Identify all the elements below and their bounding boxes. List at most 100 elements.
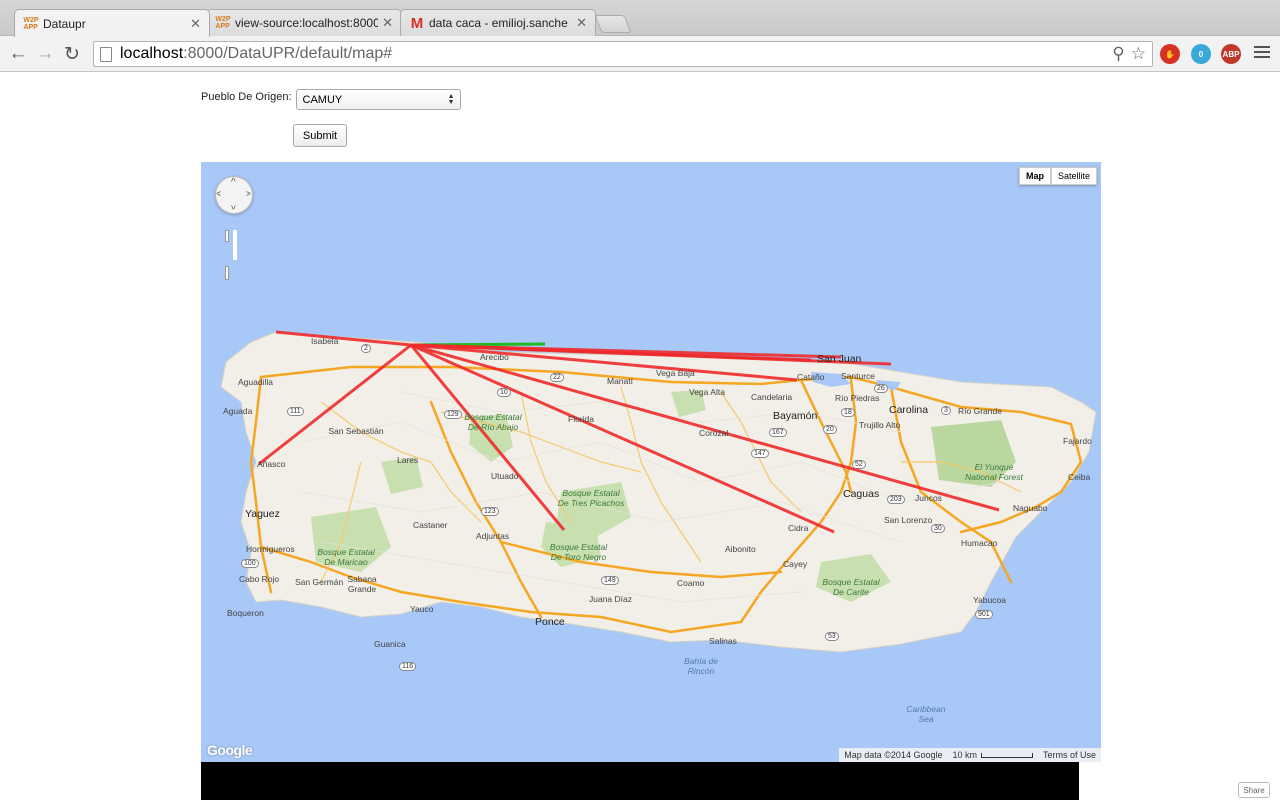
place-label: Vega Baja — [656, 368, 695, 378]
search-icon[interactable]: ⚲ — [1112, 44, 1124, 64]
place-label: Coamo — [677, 578, 705, 588]
pan-right-icon[interactable]: ^ — [240, 191, 251, 196]
share-button[interactable]: Share — [1238, 782, 1270, 798]
abp-icon[interactable]: ABP — [1221, 44, 1241, 64]
route-shield: 20 — [823, 425, 837, 434]
route-shield: 901 — [975, 610, 993, 619]
map-canvas[interactable]: Isabela Aguadilla Aguada San Sebastián L… — [201, 162, 1101, 762]
adblock-stop-icon[interactable]: ✋ — [1160, 44, 1180, 64]
place-label: Guanica — [374, 639, 406, 649]
address-bar[interactable]: localhost:8000/DataUPR/default/map# ⚲ ☆ — [93, 41, 1153, 67]
origin-select[interactable]: CAMUY ▲ ▼ — [295, 89, 461, 110]
route-shield: 18 — [841, 408, 855, 417]
pan-up-icon[interactable]: ^ — [231, 177, 236, 188]
google-logo: Google — [207, 742, 253, 758]
pan-left-icon[interactable]: ^ — [216, 191, 227, 196]
origin-select-value: CAMUY — [302, 93, 343, 106]
zoom-out-button[interactable] — [225, 266, 229, 280]
place-label: Humacao — [961, 538, 998, 548]
place-label: Juana Díaz — [589, 594, 632, 604]
place-label: Aguadilla — [238, 377, 273, 387]
forest-label: Bosque Estatal De Carite — [822, 577, 880, 597]
reload-button[interactable]: ↻ — [60, 42, 84, 66]
place-label: Boqueron — [227, 608, 264, 618]
tab-strip: W2P APP Dataupr ✕ W2P APP view-source:loca… — [0, 0, 1280, 37]
place-label: Castaner — [413, 520, 448, 530]
place-label: San Germán — [295, 577, 344, 587]
ghostery-count: 0 — [1198, 49, 1204, 59]
zoom-in-button[interactable] — [225, 230, 229, 242]
scale-label: 10 km — [952, 750, 977, 760]
place-label: Salinas — [709, 636, 737, 646]
place-label: Trujillo Alto — [859, 420, 901, 430]
tab-view-source[interactable]: W2P APP view-source:localhost:8000 ✕ — [206, 9, 402, 36]
black-bar — [201, 762, 1079, 800]
route-shield: 111 — [287, 407, 304, 416]
route-shield: 22 — [550, 373, 564, 382]
web2py-app-icon: W2P APP — [23, 16, 39, 31]
abp-label: ABP — [1222, 49, 1240, 59]
route-shield: 116 — [399, 662, 417, 671]
tab-gmail[interactable]: M data caca - emilioj.sanche ✕ — [400, 9, 596, 36]
terms-link[interactable]: Terms of Use — [1038, 750, 1101, 760]
place-label: Naguabo — [1013, 503, 1048, 513]
route-shield: 52 — [852, 460, 866, 469]
place-label: Corozal — [699, 428, 729, 438]
place-label: San Lorenzo — [884, 515, 933, 525]
close-icon[interactable]: ✕ — [382, 15, 393, 31]
place-label: Río Grande — [958, 406, 1002, 416]
pan-control[interactable]: ^ ^ ^ ^ — [215, 176, 253, 214]
route-shield: 3 — [941, 406, 951, 415]
water-label: Caribbean Sea — [906, 704, 946, 724]
forest-label: El Yunque National Forest — [965, 462, 1023, 482]
place-label: Manatí — [607, 376, 633, 386]
forward-button[interactable]: → — [33, 42, 57, 66]
place-label: Juncos — [915, 493, 942, 503]
place-label: Cabo Rojo — [239, 574, 280, 584]
page-icon — [100, 46, 112, 62]
place-label: Carolina — [889, 404, 929, 416]
place-label: Santurce — [841, 371, 876, 381]
place-label: Vega Alta — [689, 387, 725, 397]
place-label: Ceiba — [1068, 472, 1091, 482]
url-host: localhost — [120, 45, 184, 62]
bookmark-star-icon[interactable]: ☆ — [1131, 44, 1146, 64]
menu-icon[interactable] — [1254, 44, 1270, 60]
place-label: Isabela — [311, 336, 339, 346]
place-label: Fajardo — [1063, 436, 1092, 446]
submit-button[interactable]: Submit — [293, 124, 347, 147]
route-shield: 167 — [769, 428, 787, 437]
browser-toolbar: ← → ↻ localhost:8000/DataUPR/default/map… — [0, 36, 1280, 72]
place-label: Yauco — [410, 604, 434, 614]
pan-down-icon[interactable]: ^ — [231, 199, 236, 210]
place-label: Lares — [397, 455, 419, 465]
forest-label: Bosque Estatal De Toro Negro — [549, 542, 608, 562]
tab-title: Dataupr — [43, 16, 86, 31]
place-label: Ponce — [535, 616, 565, 628]
place-label: San Juan — [817, 353, 862, 365]
url-path: :8000/DataUPR/default/map# — [183, 45, 393, 62]
zoom-slider[interactable] — [233, 230, 237, 260]
back-button[interactable]: ← — [6, 42, 30, 66]
map-type-satellite-button[interactable]: Satellite — [1050, 167, 1097, 185]
route-shield: 123 — [481, 507, 499, 516]
tab-dataupr[interactable]: W2P APP Dataupr ✕ — [14, 9, 210, 37]
map-footer: Map data ©2014 Google 10 km Terms of Use — [839, 748, 1101, 762]
close-icon[interactable]: ✕ — [576, 15, 587, 31]
new-tab-button[interactable] — [594, 15, 632, 33]
route-shield: 147 — [751, 449, 769, 458]
place-label: Aguada — [223, 406, 253, 416]
ghostery-icon[interactable]: 0 — [1191, 44, 1211, 64]
place-label: Bayamón — [773, 410, 818, 422]
map-type-map-button[interactable]: Map — [1018, 167, 1051, 185]
place-label: Cidra — [788, 523, 809, 533]
place-label: Yaguez — [245, 508, 280, 520]
map-attribution: Map data ©2014 Google — [844, 750, 943, 760]
water-label: Bahía de Rincón — [683, 656, 719, 676]
place-label: Añasco — [257, 459, 286, 469]
place-label: Utuado — [491, 471, 519, 481]
place-label: Caguas — [843, 488, 880, 500]
map-type-control: Map Satellite — [1018, 167, 1097, 185]
forest-label: Bosque Estatal De Maricao — [317, 547, 375, 567]
close-icon[interactable]: ✕ — [190, 16, 201, 32]
